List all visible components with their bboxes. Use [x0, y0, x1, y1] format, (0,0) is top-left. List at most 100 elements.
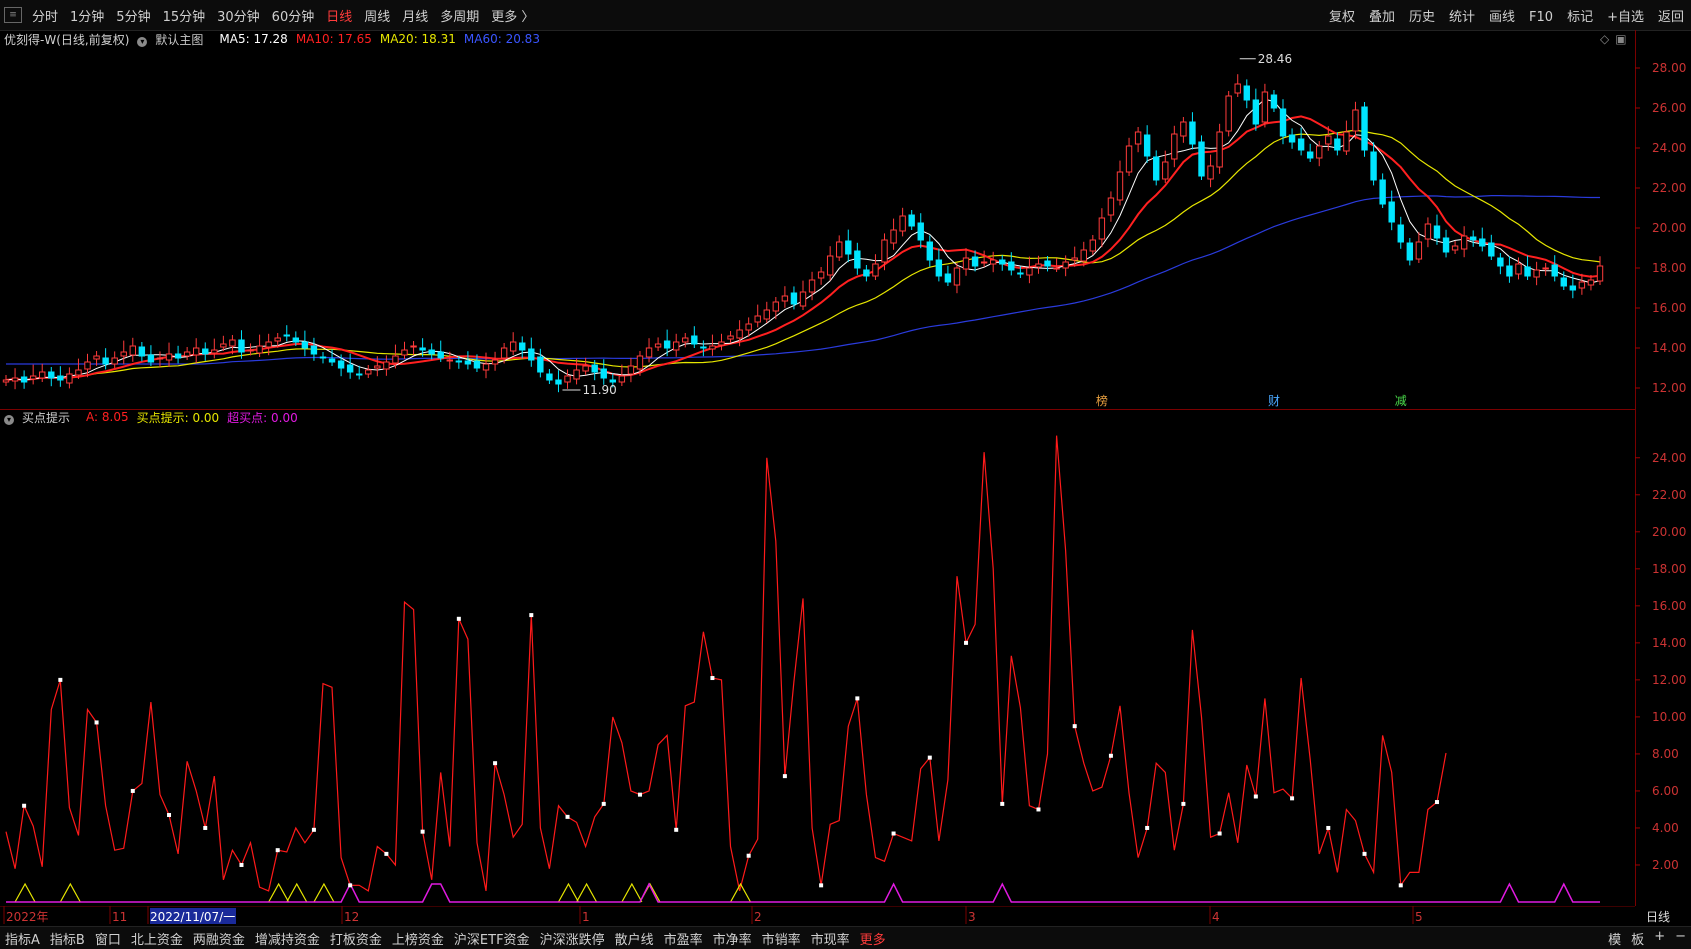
candle-down	[845, 240, 852, 255]
period-tab-7[interactable]: 周线	[358, 10, 396, 25]
indicator-a-line	[5, 435, 1447, 892]
buy-hint-mark	[59, 882, 81, 903]
bottom-tab-2[interactable]: 窗口	[90, 929, 126, 948]
bottom-right-btn-2[interactable]: +	[1649, 929, 1670, 948]
bottom-tab-10[interactable]: 散户线	[610, 929, 659, 948]
period-tab-0[interactable]: 分时	[26, 10, 64, 25]
candle-down	[1524, 266, 1531, 277]
candle-down	[337, 360, 345, 369]
tool-button-4[interactable]: 画线	[1482, 10, 1522, 25]
candle-down	[1334, 138, 1341, 151]
tool-button-5[interactable]: F10	[1522, 10, 1560, 25]
value-marker	[891, 831, 896, 836]
period-tab-3[interactable]: 15分钟	[157, 10, 212, 25]
candle-down	[473, 360, 481, 369]
y-tick-label: 20.00	[1652, 221, 1686, 235]
x-tick-label: 2022/11/07/一	[150, 910, 235, 924]
chevron-down-icon: ▾	[4, 414, 14, 425]
buy-hint-value: 买点提示: 0.00	[136, 410, 220, 425]
x-axis: 2022年 11 2022/11/07/一 12 1 2 3 4 5 日线	[0, 906, 1670, 924]
bottom-tab-14[interactable]: 市现率	[806, 929, 855, 948]
candle-down	[455, 360, 463, 363]
candle-down	[1406, 242, 1414, 261]
candle-up	[29, 375, 37, 380]
candle-up	[1071, 257, 1078, 261]
bottom-tab-12[interactable]: 市净率	[708, 929, 757, 948]
tool-button-2[interactable]: 历史	[1402, 10, 1442, 25]
bottom-right-btn-1[interactable]: 板	[1626, 929, 1649, 948]
candle-down	[1388, 201, 1395, 223]
candle-down	[1479, 238, 1486, 247]
candle-up	[183, 351, 191, 357]
bottom-tab-5[interactable]: 增减持资金	[250, 929, 325, 948]
candle-up	[1162, 161, 1169, 180]
candle-down	[437, 351, 444, 359]
event-marker: 榜	[1096, 393, 1108, 408]
bottom-right-btn-3[interactable]: −	[1670, 929, 1691, 948]
value-marker	[601, 801, 606, 806]
bottom-tab-3[interactable]: 北上资金	[126, 929, 188, 948]
candle-up	[401, 349, 408, 356]
ma5-line	[5, 98, 1601, 381]
buy-hint-mark	[621, 882, 643, 903]
candle-down	[138, 346, 146, 357]
period-tab-4[interactable]: 30分钟	[211, 10, 266, 25]
bottom-tab-7[interactable]: 上榜资金	[387, 929, 449, 948]
candle-down	[1252, 99, 1260, 125]
bottom-right-btn-0[interactable]: 模	[1603, 929, 1626, 948]
value-marker	[1072, 724, 1077, 729]
tool-button-0[interactable]: 复权	[1322, 10, 1362, 25]
diamond-icon[interactable]: ◇	[1600, 32, 1609, 46]
tool-button-7[interactable]: +自选	[1600, 10, 1651, 25]
tool-button-3[interactable]: 统计	[1442, 10, 1482, 25]
window-icon[interactable]: ▣	[1615, 32, 1626, 46]
bottom-tab-13[interactable]: 市销率	[757, 929, 806, 948]
candle-down	[1279, 108, 1287, 137]
indicator-selector[interactable]: ▾ 默认主图	[137, 31, 211, 48]
bottom-tab-0[interactable]: 指标A	[0, 929, 45, 948]
bottom-tab-11[interactable]: 市盈率	[659, 929, 708, 948]
bottom-tab-15[interactable]: 更多	[855, 929, 891, 948]
x-tick-label: 4	[1212, 910, 1220, 924]
candle-up	[836, 241, 843, 258]
sub-indicator-selector[interactable]: ▾ 买点提示	[4, 409, 78, 426]
candle-down	[48, 371, 55, 379]
superbuy-value: 超买点: 0.00	[227, 410, 298, 425]
candle-up	[165, 353, 173, 361]
period-tab-2[interactable]: 5分钟	[110, 10, 156, 25]
candlestick-chart[interactable]: 28.00 26.00 24.00 22.00 20.00 18.00 16.00 14.00…	[0, 48, 1691, 409]
candle-up	[229, 339, 236, 347]
value-marker	[1217, 831, 1222, 836]
bottom-tab-8[interactable]: 沪深ETF资金	[449, 929, 535, 948]
candle-down	[1560, 277, 1567, 287]
bottom-tab-9[interactable]: 沪深涨跌停	[535, 929, 610, 948]
event-marker: 财	[1268, 394, 1280, 408]
bottom-tab-6[interactable]: 打板资金	[325, 929, 387, 948]
value-marker	[1181, 801, 1186, 806]
value-marker	[1434, 800, 1439, 805]
y-tick-label: 26.00	[1652, 101, 1686, 115]
menu-icon[interactable]: ≡	[4, 7, 22, 23]
tool-button-1[interactable]: 叠加	[1362, 10, 1402, 25]
value-marker	[964, 640, 969, 645]
candle-up	[84, 361, 91, 370]
period-tab-5[interactable]: 60分钟	[266, 10, 321, 25]
period-tab-1[interactable]: 1分钟	[64, 10, 110, 25]
candle-down	[428, 349, 435, 355]
period-tab-9[interactable]: 多周期	[434, 10, 485, 25]
indicator-chart[interactable]: 24.00 22.00 20.00 18.00 16.00 14.00 12.00 10.00…	[0, 426, 1691, 906]
tool-button-8[interactable]: 返回	[1651, 10, 1691, 25]
sub-tick-label: 18.00	[1652, 562, 1686, 576]
period-tab-10[interactable]: 更多 〉	[485, 10, 540, 25]
main-legend: 优刻得-W(日线,前复权) ▾ 默认主图 MA5: 17.28 MA10: 17.…	[4, 30, 548, 48]
x-tick-label: 3	[968, 910, 976, 924]
candle-up	[111, 357, 118, 365]
bottom-tab-1[interactable]: 指标B	[45, 929, 90, 948]
period-tab-8[interactable]: 月线	[396, 10, 434, 25]
candle-down	[1198, 141, 1205, 177]
candle-up	[817, 271, 825, 279]
period-tab-6[interactable]: 日线	[320, 10, 358, 25]
tool-button-6[interactable]: 标记	[1560, 10, 1600, 25]
candle-up	[799, 291, 807, 307]
bottom-tab-4[interactable]: 两融资金	[188, 929, 250, 948]
